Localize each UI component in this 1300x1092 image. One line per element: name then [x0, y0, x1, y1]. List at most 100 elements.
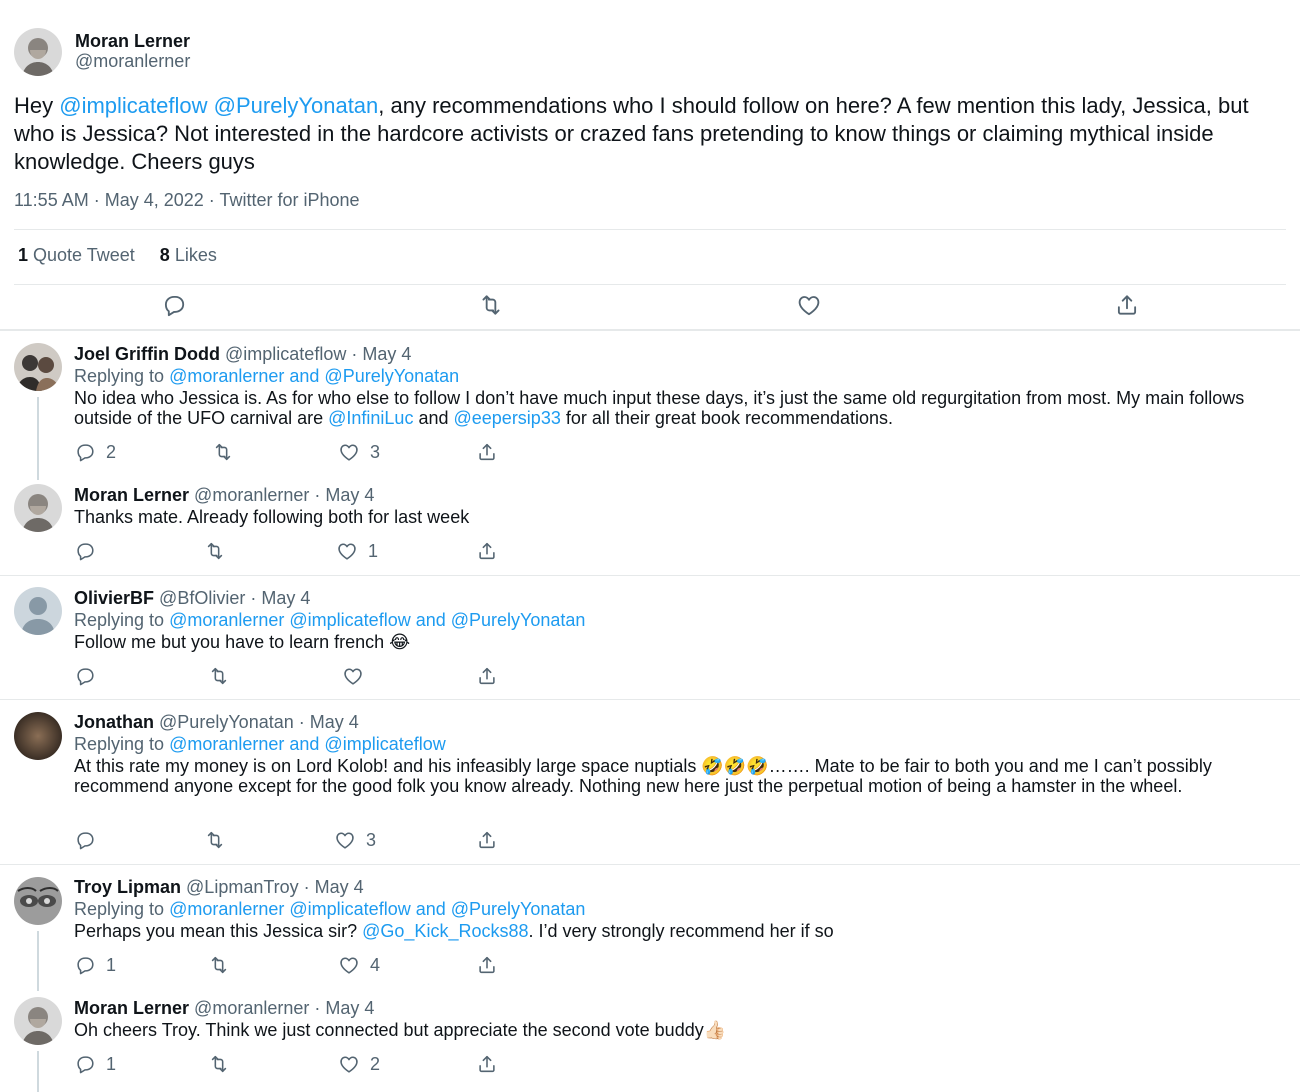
- reply-button[interactable]: [74, 828, 106, 852]
- replying-mentions[interactable]: @moranlerner @implicateflow and @PurelyY…: [169, 899, 585, 919]
- retweet-icon: [478, 292, 504, 318]
- like-count: 4: [370, 954, 381, 975]
- retweet-button[interactable]: [204, 539, 236, 563]
- avatar[interactable]: [14, 343, 62, 391]
- quote-label: Quote Tweet: [33, 245, 135, 265]
- tweet-text: Hey @implicateflow @PurelyYonatan, any r…: [14, 92, 1284, 176]
- reply-count: 2: [106, 441, 117, 462]
- author-name[interactable]: Jonathan: [74, 712, 154, 732]
- author-name[interactable]: OlivierBF: [74, 588, 154, 608]
- like-button[interactable]: [796, 292, 822, 318]
- author-name[interactable]: Troy Lipman: [74, 877, 181, 897]
- reply-icon: [74, 665, 96, 687]
- share-button[interactable]: [476, 828, 498, 852]
- share-icon: [476, 1053, 498, 1075]
- avatar[interactable]: [14, 877, 62, 925]
- retweet-icon: [208, 954, 230, 976]
- tweet-actions: [0, 292, 1300, 320]
- share-icon: [476, 665, 498, 687]
- likes-label: Likes: [174, 245, 217, 265]
- reply-button[interactable]: 1: [74, 953, 116, 977]
- quote-count: 1: [18, 245, 29, 265]
- mention-link[interactable]: @eepersip33: [454, 408, 561, 428]
- author-name[interactable]: Moran Lerner: [74, 485, 189, 505]
- author-meta[interactable]: @LipmanTroy · May 4: [186, 877, 364, 897]
- reply-text-part: Perhaps you mean this Jessica sir?: [74, 921, 363, 941]
- mention-link[interactable]: @PurelyYonatan: [214, 93, 379, 118]
- replying-label: Replying to: [74, 734, 165, 754]
- retweet-icon: [204, 540, 226, 562]
- replying-to: Replying to @moranlerner @implicateflow …: [74, 610, 585, 631]
- reply-actions: 3: [74, 828, 514, 852]
- reply-button[interactable]: 2: [74, 440, 116, 464]
- mention-link[interactable]: @Go_Kick_Rocks88: [362, 921, 528, 941]
- author-name[interactable]: Moran Lerner: [74, 998, 189, 1018]
- share-button[interactable]: [476, 664, 498, 688]
- like-button[interactable]: 4: [338, 953, 380, 977]
- likes-stat[interactable]: 8 Likes: [160, 245, 217, 265]
- share-button[interactable]: [476, 539, 498, 563]
- retweet-icon: [212, 441, 234, 463]
- avatar[interactable]: [14, 712, 62, 760]
- reply-header: Jonathan @PurelyYonatan · May 4: [74, 712, 359, 733]
- avatar[interactable]: [14, 587, 62, 635]
- author-name[interactable]: Moran Lerner: [75, 31, 190, 52]
- author-meta[interactable]: @moranlerner · May 4: [194, 485, 374, 505]
- author-meta[interactable]: @moranlerner · May 4: [194, 998, 374, 1018]
- reply-actions: 2 3: [74, 440, 514, 464]
- retweet-button[interactable]: [212, 440, 244, 464]
- reply-button[interactable]: [74, 539, 106, 563]
- replying-label: Replying to: [74, 899, 165, 919]
- like-button[interactable]: 1: [336, 539, 378, 563]
- share-icon: [476, 829, 498, 851]
- retweet-button[interactable]: [204, 828, 236, 852]
- reply-count: 1: [106, 954, 117, 975]
- share-icon: [476, 540, 498, 562]
- like-button[interactable]: [342, 664, 374, 688]
- author-meta[interactable]: @BfOlivier · May 4: [159, 588, 310, 608]
- quote-tweet-stat[interactable]: 1 Quote Tweet: [18, 245, 135, 265]
- emoji: 👍🏻: [703, 1020, 727, 1040]
- avatar[interactable]: [14, 997, 62, 1045]
- author-meta[interactable]: @PurelyYonatan · May 4: [159, 712, 359, 732]
- reply-text-part: Oh cheers Troy. Think we just connected …: [74, 1020, 704, 1040]
- reply-text: Perhaps you mean this Jessica sir? @Go_K…: [74, 921, 1289, 941]
- tweet-meta[interactable]: 11:55 AM · May 4, 2022 · Twitter for iPh…: [14, 190, 360, 211]
- retweet-button[interactable]: [208, 953, 240, 977]
- avatar[interactable]: [14, 484, 62, 532]
- mention-link[interactable]: @implicateflow: [59, 93, 207, 118]
- replying-label: Replying to: [74, 610, 165, 630]
- like-button[interactable]: 3: [334, 828, 376, 852]
- heart-icon: [796, 292, 822, 318]
- share-button[interactable]: [476, 953, 498, 977]
- replying-mentions[interactable]: @moranlerner @implicateflow and @PurelyY…: [169, 610, 585, 630]
- divider: [14, 284, 1286, 285]
- share-button[interactable]: [476, 440, 498, 464]
- reply-count: 1: [106, 1053, 117, 1074]
- author-handle[interactable]: @moranlerner: [75, 51, 190, 72]
- reply-text-part: Follow me but you have to learn french: [74, 632, 390, 652]
- reply-icon: [74, 1053, 96, 1075]
- replying-mentions[interactable]: @moranlerner and @implicateflow: [169, 734, 446, 754]
- author-meta[interactable]: @implicateflow · May 4: [225, 344, 411, 364]
- retweet-button[interactable]: [478, 292, 504, 318]
- divider: [0, 575, 1300, 576]
- reply-icon: [74, 829, 96, 851]
- reply-button[interactable]: [161, 292, 187, 318]
- like-count: 8: [159, 245, 170, 265]
- reply-icon: [161, 292, 187, 318]
- like-button[interactable]: 3: [338, 440, 380, 464]
- retweet-button[interactable]: [208, 1052, 240, 1076]
- mention-link[interactable]: @InfiniLuc: [328, 408, 413, 428]
- retweet-button[interactable]: [208, 664, 240, 688]
- retweet-icon: [204, 829, 226, 851]
- avatar[interactable]: [14, 28, 62, 76]
- reply-button[interactable]: [74, 664, 106, 688]
- author-name[interactable]: Joel Griffin Dodd: [74, 344, 220, 364]
- share-button[interactable]: [476, 1052, 498, 1076]
- reply-button[interactable]: 1: [74, 1052, 116, 1076]
- reply-header: OlivierBF @BfOlivier · May 4: [74, 588, 310, 609]
- replying-mentions[interactable]: @moranlerner and @PurelyYonatan: [169, 366, 459, 386]
- like-button[interactable]: 2: [338, 1052, 380, 1076]
- share-button[interactable]: [1114, 292, 1140, 318]
